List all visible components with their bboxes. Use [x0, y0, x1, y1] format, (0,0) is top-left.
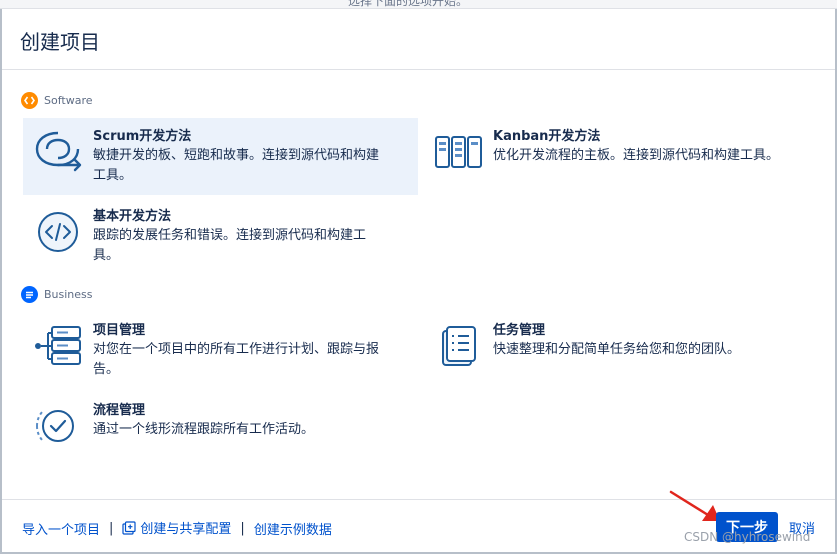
section-label-business: Business [44, 288, 93, 301]
template-desc: 工具。 [93, 168, 133, 183]
template-process-management[interactable]: 流程管理 通过一个线形流程跟踪所有工作活动。 [23, 392, 418, 452]
create-sample-data-link[interactable]: 创建示例数据 [254, 519, 332, 538]
template-task-management[interactable]: 任务管理 快速整理和分配简单任务给您和您的团队。 [423, 312, 823, 389]
title-divider [2, 69, 835, 70]
template-scrum[interactable]: Scrum开发方法 敏捷开发的板、短跑和故事。连接到源代码和构建 工具。 [23, 118, 418, 195]
template-desc: 对您在一个项目中的所有工作进行计划、跟踪与报 [93, 342, 380, 357]
kanban-board-icon [431, 128, 485, 176]
top-strip-text: 选择下面的选项开始。 [348, 0, 469, 8]
section-software: Software [21, 92, 93, 109]
template-desc: 敏捷开发的板、短跑和故事。连接到源代码和构建 [93, 148, 380, 163]
top-strip: 选择下面的选项开始。 [0, 0, 837, 9]
footer-links: 导入一个项目 | 创建与共享配置 | 创建示例数据 [22, 518, 332, 539]
template-kanban[interactable]: Kanban开发方法 优化开发流程的主板。连接到源代码和构建工具。 [423, 118, 823, 195]
template-basic[interactable]: 基本开发方法 跟踪的发展任务和错误。连接到源代码和构建工 具。 [23, 198, 418, 275]
section-business: Business [21, 286, 93, 303]
template-title: 基本开发方法 [93, 209, 172, 224]
template-desc: 跟踪的发展任务和错误。连接到源代码和构建工 [93, 228, 367, 243]
template-desc: 告。 [93, 362, 120, 377]
section-label-software: Software [44, 94, 93, 107]
template-desc: 快速整理和分配简单任务给您和您的团队。 [493, 342, 741, 357]
template-title: Scrum开发方法 [93, 129, 192, 144]
footer-separator: | [109, 521, 114, 536]
dialog-frame [0, 0, 837, 554]
template-title: 任务管理 [493, 323, 546, 338]
code-circle-icon [31, 208, 85, 256]
code-brackets-icon [21, 92, 38, 109]
import-project-link[interactable]: 导入一个项目 [22, 519, 100, 538]
template-desc: 优化开发流程的主板。连接到源代码和构建工具。 [493, 148, 780, 163]
template-title: 项目管理 [93, 323, 146, 338]
process-check-icon [31, 402, 85, 450]
share-config-link[interactable]: 创建与共享配置 [122, 518, 231, 539]
task-list-icon [431, 322, 485, 370]
project-stack-icon [31, 322, 85, 370]
share-config-icon [122, 521, 137, 539]
scrum-cycle-icon [31, 128, 85, 176]
dialog-title: 创建项目 [20, 30, 100, 54]
template-title: Kanban开发方法 [493, 129, 601, 144]
footer-separator: | [240, 521, 245, 536]
share-config-label: 创建与共享配置 [140, 522, 232, 537]
template-desc: 通过一个线形流程跟踪所有工作活动。 [93, 422, 315, 437]
template-title: 流程管理 [93, 403, 146, 418]
list-icon [21, 286, 38, 303]
watermark: CSDN @hyhrosewind [684, 530, 811, 544]
template-desc: 具。 [93, 248, 120, 263]
template-project-management[interactable]: 项目管理 对您在一个项目中的所有工作进行计划、跟踪与报 告。 [23, 312, 418, 389]
